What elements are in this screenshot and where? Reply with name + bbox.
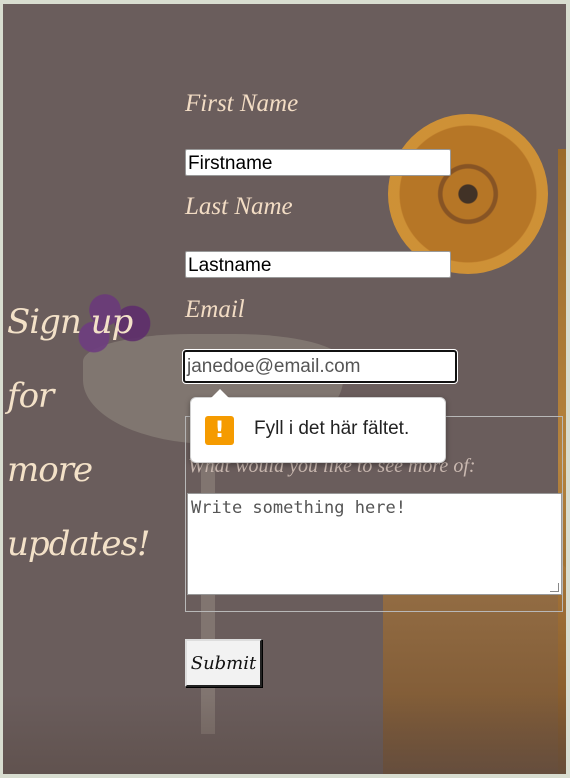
submit-button[interactable]: Submit [185,639,262,687]
last-name-input[interactable]: Lastname [185,251,451,278]
first-name-input[interactable]: Firstname [185,149,451,176]
first-name-label: First Name [185,90,299,117]
signup-heading-line2: more [7,450,93,490]
signup-heading-line3: updates! [7,524,151,564]
email-label: Email [185,296,245,323]
background-shadow [3,694,566,774]
background-orange-slice [388,114,548,274]
comments-placeholder: Write something here! [191,498,406,518]
warning-icon: ! [205,416,234,445]
signup-heading-line1: Sign up for [7,302,133,416]
signup-heading: Sign up for more updates! [7,285,187,581]
validation-message: Fyll i det här fältet. [254,418,410,439]
email-input[interactable]: janedoe@email.com [182,349,458,384]
validation-tooltip: ! Fyll i det här fältet. [190,389,446,463]
comments-textarea[interactable]: Write something here! [187,493,562,595]
last-name-label: Last Name [185,193,293,220]
resize-handle[interactable] [550,583,559,592]
